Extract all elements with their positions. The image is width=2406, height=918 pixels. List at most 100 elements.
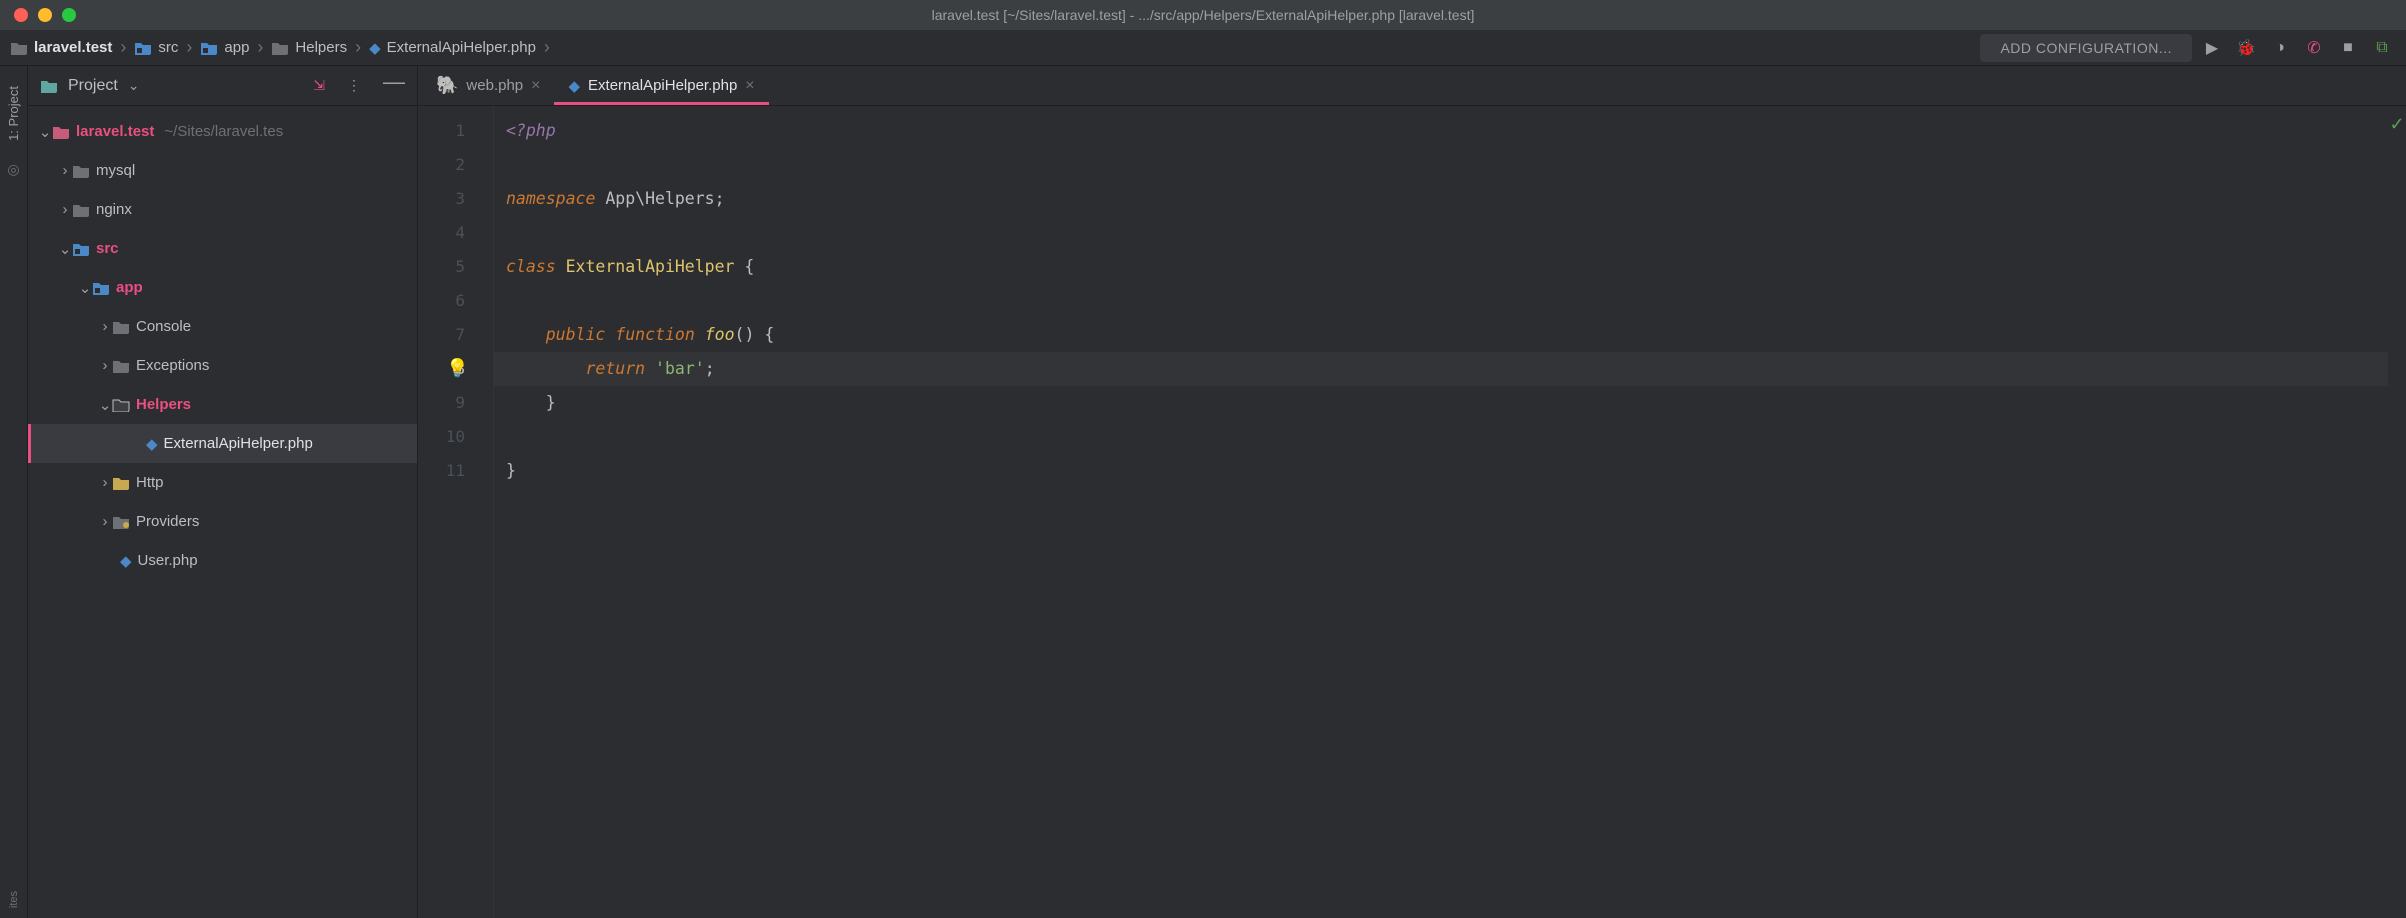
folder-icon bbox=[112, 320, 130, 334]
tree-root[interactable]: ⌄ laravel.test ~/Sites/laravel.tes bbox=[28, 112, 417, 151]
tree-item-label: Helpers bbox=[136, 396, 191, 413]
tab-label: web.php bbox=[466, 77, 523, 94]
php-file-icon: ◆ bbox=[120, 552, 132, 570]
chevron-down-icon: ⌄ bbox=[78, 279, 92, 297]
chevron-right-icon: › bbox=[58, 201, 72, 218]
breadcrumb-item-helpers[interactable]: Helpers bbox=[271, 39, 347, 56]
chevron-down-icon: ⌄ bbox=[98, 396, 112, 414]
close-icon[interactable]: × bbox=[745, 77, 754, 95]
line-number: 4 bbox=[418, 216, 493, 250]
tree-item-src[interactable]: ⌄ src bbox=[28, 229, 417, 268]
titlebar: laravel.test [~/Sites/laravel.test] - ..… bbox=[0, 0, 2406, 30]
tool-window-project-button[interactable]: 1: Project bbox=[6, 86, 21, 141]
close-icon[interactable]: × bbox=[531, 77, 540, 95]
tree-item-providers[interactable]: › Providers bbox=[28, 502, 417, 541]
add-configuration-button[interactable]: ADD CONFIGURATION... bbox=[1980, 34, 2192, 62]
terminal-icon[interactable]: ⧉ bbox=[2368, 34, 2396, 62]
collapse-icon[interactable]: ⇲ bbox=[313, 77, 325, 94]
folder-icon bbox=[271, 41, 289, 55]
intention-bulb-icon[interactable]: 💡 bbox=[446, 352, 468, 386]
maximize-window-button[interactable] bbox=[62, 8, 76, 22]
line-number: 7 bbox=[418, 318, 493, 352]
code-line bbox=[494, 284, 2388, 318]
chevron-right-icon: › bbox=[355, 37, 361, 58]
folder-icon bbox=[112, 476, 130, 490]
tree-item-label: src bbox=[96, 240, 119, 257]
tree-item-label: Providers bbox=[136, 513, 199, 530]
tree-item-label: User.php bbox=[138, 552, 198, 569]
tab-external-api-helper[interactable]: ◆ ExternalApiHelper.php × bbox=[554, 66, 768, 105]
tree-item-label: app bbox=[116, 279, 143, 296]
code-editor[interactable]: <?php namespace App\Helpers; class Exter… bbox=[494, 106, 2388, 918]
tree-item-mysql[interactable]: › mysql bbox=[28, 151, 417, 190]
tree-item-label: ExternalApiHelper.php bbox=[164, 435, 313, 452]
line-number: 9 bbox=[418, 386, 493, 420]
minimize-window-button[interactable] bbox=[38, 8, 52, 22]
tab-label: ExternalApiHelper.php bbox=[588, 77, 737, 94]
chevron-right-icon: › bbox=[98, 513, 112, 530]
line-number: 5 bbox=[418, 250, 493, 284]
chevron-right-icon: › bbox=[544, 37, 550, 58]
folder-icon bbox=[72, 242, 90, 256]
stop-icon[interactable]: ■ bbox=[2334, 34, 2362, 62]
hide-icon[interactable]: — bbox=[383, 77, 405, 94]
code-line bbox=[494, 148, 2388, 182]
window-controls bbox=[0, 8, 76, 22]
code-line: class ExternalApiHelper { bbox=[494, 250, 2388, 284]
database-tool-icon[interactable]: ◎ bbox=[7, 161, 19, 178]
folder-open-icon bbox=[112, 398, 130, 412]
folder-icon bbox=[72, 203, 90, 217]
tree-item-helpers[interactable]: ⌄ Helpers bbox=[28, 385, 417, 424]
tree-item-http[interactable]: › Http bbox=[28, 463, 417, 502]
breadcrumb-label: src bbox=[158, 39, 178, 56]
breadcrumb-item-project[interactable]: laravel.test bbox=[10, 39, 112, 56]
folder-icon bbox=[10, 41, 28, 55]
project-tree: ⌄ laravel.test ~/Sites/laravel.tes › mys… bbox=[28, 106, 417, 918]
tool-window-label: 1: Project bbox=[6, 86, 21, 141]
folder-icon bbox=[134, 41, 152, 55]
breadcrumb-item-app[interactable]: app bbox=[200, 39, 249, 56]
project-panel-actions: ⇲ ⋮ — bbox=[313, 77, 405, 94]
tree-item-path: ~/Sites/laravel.tes bbox=[164, 123, 283, 140]
tree-item-external-api-helper[interactable]: ◆ ExternalApiHelper.php bbox=[28, 424, 417, 463]
close-window-button[interactable] bbox=[14, 8, 28, 22]
line-number: 6 bbox=[418, 284, 493, 318]
code-line bbox=[494, 420, 2388, 454]
chevron-down-icon[interactable]: ⌄ bbox=[128, 77, 140, 94]
line-number: 10 bbox=[418, 420, 493, 454]
chevron-right-icon: › bbox=[257, 37, 263, 58]
debug-icon[interactable]: 🐞 bbox=[2232, 34, 2260, 62]
tree-item-console[interactable]: › Console bbox=[28, 307, 417, 346]
breadcrumb-item-src[interactable]: src bbox=[134, 39, 178, 56]
inspection-ok-icon[interactable]: ✓ bbox=[2388, 106, 2406, 135]
folder-icon bbox=[112, 515, 130, 529]
more-icon[interactable]: ⋮ bbox=[347, 77, 361, 94]
tree-item-user-php[interactable]: ◆ User.php bbox=[28, 541, 417, 580]
run-icon[interactable]: ▶ bbox=[2198, 34, 2226, 62]
tree-item-app[interactable]: ⌄ app bbox=[28, 268, 417, 307]
folder-icon bbox=[112, 359, 130, 373]
tab-web-php[interactable]: 🐘 web.php × bbox=[422, 66, 554, 105]
php-file-icon: ◆ bbox=[568, 77, 580, 95]
code-line: namespace App\Helpers; bbox=[494, 182, 2388, 216]
folder-icon bbox=[200, 41, 218, 55]
phone-icon[interactable]: ✆ bbox=[2300, 34, 2328, 62]
navbar-right: ADD CONFIGURATION... ▶ 🐞 ◑ ✆ ■ ⧉ bbox=[1980, 34, 2396, 62]
project-panel-header: Project ⌄ ⇲ ⋮ — bbox=[28, 66, 417, 106]
editor-error-stripe: ✓ bbox=[2388, 106, 2406, 918]
folder-icon bbox=[52, 125, 70, 139]
breadcrumb-label: laravel.test bbox=[34, 39, 112, 56]
coverage-icon[interactable]: ◑ bbox=[2266, 34, 2294, 62]
chevron-right-icon: › bbox=[98, 318, 112, 335]
line-number: 11 bbox=[418, 454, 493, 488]
breadcrumb-item-file[interactable]: ◆ ExternalApiHelper.php bbox=[369, 39, 536, 57]
chevron-right-icon: › bbox=[98, 357, 112, 374]
tree-item-exceptions[interactable]: › Exceptions bbox=[28, 346, 417, 385]
tool-window-bar-left: 1: Project ◎ ites bbox=[0, 66, 28, 918]
chevron-down-icon: ⌄ bbox=[58, 240, 72, 258]
tool-window-favorites-button[interactable]: ites bbox=[8, 891, 20, 908]
folder-icon bbox=[92, 281, 110, 295]
editor-gutter: 1 2 3 4 5 6 7 8 9 10 11 bbox=[418, 106, 494, 918]
tree-item-nginx[interactable]: › nginx bbox=[28, 190, 417, 229]
chevron-right-icon: › bbox=[58, 162, 72, 179]
